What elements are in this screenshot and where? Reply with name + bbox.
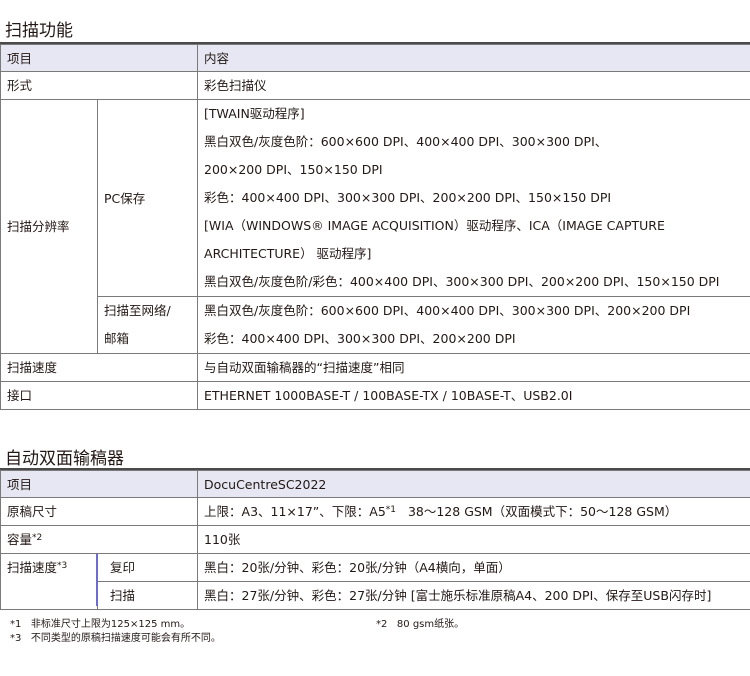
sub-label-network: 扫描至网络/ 邮箱 bbox=[96, 296, 199, 354]
row-label-resolution: 扫描分辨率 bbox=[0, 99, 98, 354]
pc-line: 黑白双色/灰度色阶/彩色：400×400 DPI、300×300 DPI、200… bbox=[204, 274, 720, 289]
row-label-size: 原稿尺寸 bbox=[0, 497, 199, 526]
adf-section-title: 自动双面输稿器 bbox=[5, 449, 124, 469]
table-row: 接口 ETHERNET 1000BASE-T / 100BASE-TX / 10… bbox=[0, 381, 750, 410]
row-value-capacity: 110张 bbox=[197, 525, 750, 554]
row-label-form: 形式 bbox=[0, 71, 199, 100]
table-row: 扫描至网络/ 邮箱 黑白双色/灰度色阶：600×600 DPI、400×400 … bbox=[1, 296, 750, 354]
footnote-ref-2: *2 bbox=[32, 533, 43, 543]
footnote-3: *3 不同类型的原稿扫描速度可能会有所不同。 bbox=[10, 629, 221, 644]
sub-label-copy: 复印 bbox=[96, 553, 199, 582]
adf-speed-label: 扫描速度 bbox=[7, 560, 58, 575]
capacity-label: 容量 bbox=[7, 532, 33, 547]
table-row: 容量*2 110张 bbox=[0, 525, 750, 554]
footnote-2: *2 80 gsm纸张。 bbox=[376, 615, 464, 630]
adf-spec-table: 项目 DocuCentreSC2022 原稿尺寸 上限：A3、11×17”、下限… bbox=[0, 470, 750, 610]
footnote-1: *1 非标准尺寸上限为125×125 mm。 bbox=[10, 615, 190, 630]
network-resolution-lines: 黑白双色/灰度色阶：600×600 DPI、400×400 DPI、300×30… bbox=[197, 296, 750, 354]
row-value-copy: 黑白：20张/分钟、彩色：20张/分钟（A4横向，单面） bbox=[197, 553, 750, 582]
network-label-line: 扫描至网络/ bbox=[104, 303, 171, 318]
table-row: 扫描速度*3 复印 黑白：20张/分钟、彩色：20张/分钟（A4横向，单面） bbox=[0, 553, 750, 610]
pc-line: [WIA（WINDOWS® IMAGE ACQUISITION）驱动程序、ICA… bbox=[204, 218, 665, 233]
footnote-3-mark: *3 bbox=[10, 633, 22, 644]
row-value-interface: ETHERNET 1000BASE-T / 100BASE-TX / 10BAS… bbox=[197, 381, 750, 410]
row-label-speed: 扫描速度 bbox=[0, 353, 199, 382]
network-line: 黑白双色/灰度色阶：600×600 DPI、400×400 DPI、300×30… bbox=[204, 303, 691, 318]
scan-section-title: 扫描功能 bbox=[5, 21, 73, 41]
row-value-scan: 黑白：27张/分钟、彩色：27张/分钟 [富士施乐标准原稿A4、200 DPI、… bbox=[197, 581, 750, 610]
pc-line: ARCHITECTURE） 驱动程序] bbox=[204, 246, 372, 261]
footnote-2-text: 80 gsm纸张。 bbox=[396, 619, 465, 630]
pc-resolution-lines: [TWAIN驱动程序] 黑白双色/灰度色阶：600×600 DPI、400×40… bbox=[197, 99, 750, 297]
row-value-speed: 与自动双面输稿器的“扫描速度”相同 bbox=[197, 353, 750, 382]
header-model: DocuCentreSC2022 bbox=[197, 470, 750, 498]
network-line: 彩色：400×400 DPI、300×300 DPI、200×200 DPI bbox=[204, 331, 516, 346]
header-content: 内容 bbox=[197, 44, 750, 72]
pc-line: 彩色：400×400 DPI、300×300 DPI、200×200 DPI、1… bbox=[204, 190, 612, 205]
table-row: 原稿尺寸 上限：A3、11×17”、下限：A5*1 38～128 GSM（双面模… bbox=[0, 497, 750, 526]
adf-table-header: 项目 DocuCentreSC2022 bbox=[0, 470, 750, 498]
table-row: 扫描速度 与自动双面输稿器的“扫描速度”相同 bbox=[0, 353, 750, 382]
footnote-3-text: 不同类型的原稿扫描速度可能会有所不同。 bbox=[30, 633, 221, 644]
row-value-form: 彩色扫描仪 bbox=[197, 71, 750, 100]
footnote-ref-1: *1 bbox=[385, 505, 397, 515]
scan-spec-table: 项目 内容 形式 彩色扫描仪 扫描分辨率 PC保存 [TWAIN驱动程序] 黑白… bbox=[0, 44, 750, 410]
header-item: 项目 bbox=[0, 44, 199, 72]
footnote-ref-3: *3 bbox=[57, 561, 68, 571]
row-label-capacity: 容量*2 bbox=[0, 525, 199, 554]
sub-label-scan: 扫描 bbox=[96, 581, 199, 610]
size-weight: 38～128 GSM（双面模式下：50～128 GSM） bbox=[407, 504, 678, 519]
pc-line: 黑白双色/灰度色阶：600×600 DPI、400×400 DPI、300×30… bbox=[204, 134, 608, 149]
size-range: 上限：A3、11×17”、下限：A5 bbox=[204, 504, 386, 519]
table-row: 形式 彩色扫描仪 bbox=[0, 71, 750, 100]
scan-table-header: 项目 内容 bbox=[0, 44, 750, 72]
pc-line: 200×200 DPI、150×150 DPI bbox=[204, 162, 383, 177]
network-label-line: 邮箱 bbox=[104, 331, 130, 346]
footnote-2-mark: *2 bbox=[376, 619, 388, 630]
row-label-adf-speed: 扫描速度*3 bbox=[0, 553, 98, 610]
header-item: 项目 bbox=[0, 470, 199, 498]
table-row: 扫描 黑白：27张/分钟、彩色：27张/分钟 [富士施乐标准原稿A4、200 D… bbox=[1, 581, 750, 610]
sub-label-pc: PC保存 bbox=[96, 99, 199, 297]
row-label-interface: 接口 bbox=[0, 381, 199, 410]
table-row: 扫描分辨率 PC保存 [TWAIN驱动程序] 黑白双色/灰度色阶：600×600… bbox=[0, 99, 750, 354]
pc-line: [TWAIN驱动程序] bbox=[204, 106, 305, 121]
row-value-size: 上限：A3、11×17”、下限：A5*1 38～128 GSM（双面模式下：50… bbox=[197, 497, 750, 526]
adf-speed-accent-line bbox=[96, 554, 98, 606]
